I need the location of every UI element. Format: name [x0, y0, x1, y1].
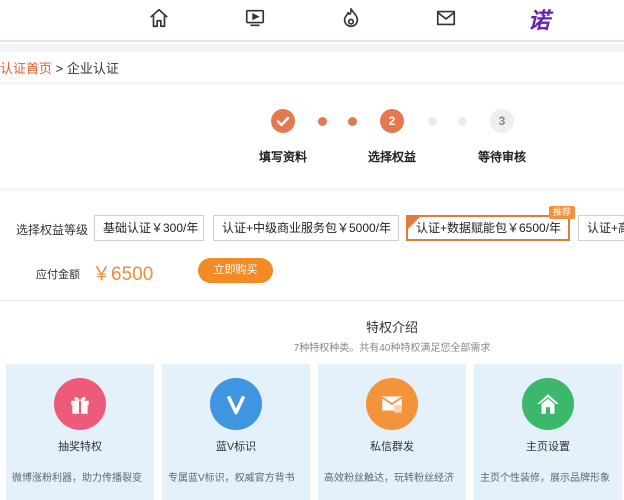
privilege-card-lottery[interactable]: 抽奖特权 微博涨粉利器，助力传播裂变 [6, 364, 154, 500]
step-1-label: 填写资料 [258, 150, 308, 164]
level-label: 选择权益等级 [16, 223, 89, 237]
step-2-number: 2 [380, 109, 404, 133]
privilege-card-title: 抽奖特权 [58, 441, 102, 453]
step-1-check-icon [271, 109, 295, 133]
package-basic[interactable]: 基础认证￥300/年 [94, 215, 204, 241]
privilege-card-title: 蓝V标识 [215, 441, 257, 453]
privilege-card-desc: 高效粉丝触达，玩转粉丝经济 [324, 473, 454, 484]
breadcrumb-current: 企业认证 [66, 61, 119, 76]
mail-icon[interactable] [434, 6, 458, 30]
gift-icon [54, 378, 106, 430]
buy-now-button[interactable]: 立即购买 [198, 258, 273, 283]
section-divider [0, 188, 624, 191]
payment-label: 应付金额 [36, 269, 80, 281]
step-3-number: 3 [490, 109, 514, 133]
privilege-card-mass-message[interactable]: 私信群发 高效粉丝触达，玩转粉丝经济 [318, 364, 466, 500]
privilege-card-desc: 微博涨粉利器，助力传播裂变 [12, 473, 142, 484]
step-connector-dot [428, 117, 437, 126]
recommend-badge: 推荐 [549, 206, 576, 219]
package-mid-business[interactable]: 认证+中级商业服务包￥5000/年 [213, 215, 399, 241]
package-data-boost-label: 认证+数据赋能包￥6500/年 [416, 221, 562, 235]
section-divider [0, 82, 624, 85]
privilege-card-title: 私信群发 [370, 441, 414, 453]
section-gap [0, 44, 624, 52]
video-icon[interactable] [243, 6, 267, 30]
breadcrumb-home-link[interactable]: 认证首页 [0, 61, 52, 76]
top-nav: 诺 [0, 0, 624, 42]
v-badge-icon [210, 378, 262, 430]
home-icon[interactable] [147, 6, 171, 30]
selected-corner-check-icon [408, 217, 420, 229]
privilege-card-title: 主页设置 [526, 441, 570, 453]
progress-steps: 2 3 填写资料 选择权益 等待审核 [0, 92, 624, 172]
brand-logo[interactable]: 诺 [528, 3, 550, 35]
payment-amount: ￥6500 [92, 264, 154, 285]
section-divider [0, 300, 624, 301]
package-advanced[interactable]: 认证+高 [578, 215, 624, 241]
privilege-card-blue-v[interactable]: 蓝V标识 专属蓝V标识，权威官方背书 [162, 364, 310, 500]
step-2-label: 选择权益 [367, 150, 417, 164]
privilege-card-desc: 主页个性装修，展示品牌形象 [480, 473, 610, 484]
breadcrumb-separator: > [55, 61, 64, 76]
breadcrumb: 认证首页 > 企业认证 [0, 58, 119, 77]
step-connector-dot [458, 117, 467, 126]
home-page-icon [522, 378, 574, 430]
package-data-boost-selected[interactable]: 认证+数据赋能包￥6500/年 [406, 215, 570, 241]
step-connector-dot [318, 117, 327, 126]
privilege-card-homepage[interactable]: 主页设置 主页个性装修，展示品牌形象 [474, 364, 622, 500]
step-3-label: 等待审核 [477, 150, 527, 164]
privilege-card-desc: 专属蓝V标识，权威官方背书 [168, 473, 295, 484]
privileges-title: 特权介绍 [365, 320, 418, 335]
privileges-subtitle: 7种特权种类。共有40种特权满足您全部需求 [293, 343, 491, 354]
step-connector-dot [348, 117, 357, 126]
fire-icon[interactable] [339, 6, 363, 30]
message-icon [366, 378, 418, 430]
